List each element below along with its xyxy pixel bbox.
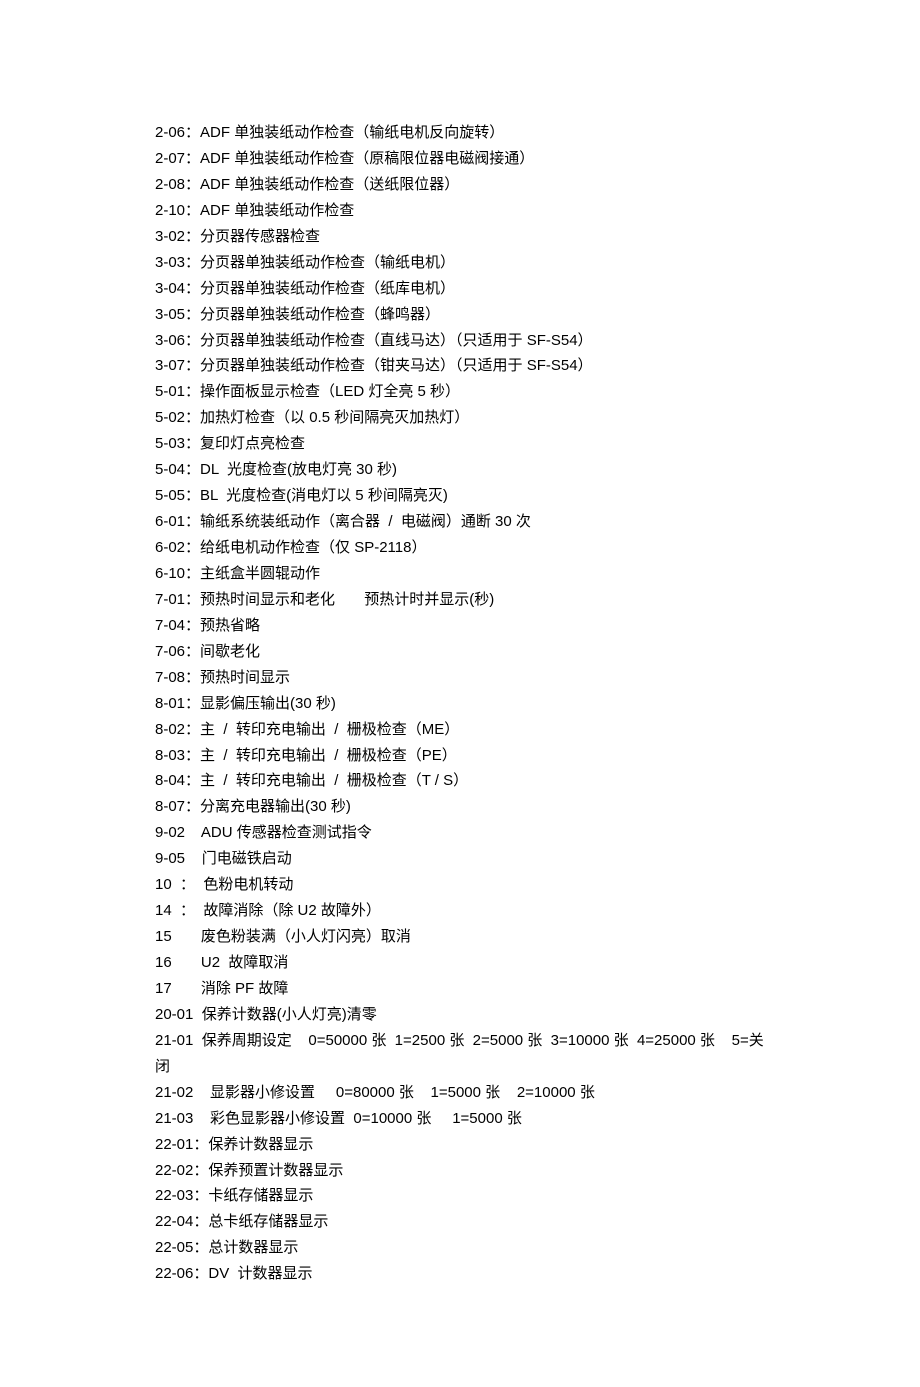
text-line: 3-03：分页器单独装纸动作检查（输纸电机） — [155, 250, 765, 276]
text-line: 7-08：预热时间显示 — [155, 665, 765, 691]
text-line: 22-04：总卡纸存储器显示 — [155, 1209, 765, 1235]
text-line: 22-06：DV 计数器显示 — [155, 1261, 765, 1287]
text-line: 5-03：复印灯点亮检查 — [155, 431, 765, 457]
text-line: 5-01：操作面板显示检查（LED 灯全亮 5 秒） — [155, 379, 765, 405]
text-line: 8-04：主 / 转印充电输出 / 栅极检查（T / S） — [155, 768, 765, 794]
text-line: 17 消除 PF 故障 — [155, 976, 765, 1002]
text-line: 22-01：保养计数器显示 — [155, 1132, 765, 1158]
text-line: 22-02：保养预置计数器显示 — [155, 1158, 765, 1184]
text-line: 6-01：输纸系统装纸动作（离合器 / 电磁阀）通断 30 次 — [155, 509, 765, 535]
text-line: 21-03 彩色显影器小修设置 0=10000 张 1=5000 张 — [155, 1106, 765, 1132]
text-line: 16 U2 故障取消 — [155, 950, 765, 976]
text-line: 22-05：总计数器显示 — [155, 1235, 765, 1261]
text-line: 22-03：卡纸存储器显示 — [155, 1183, 765, 1209]
document-content: 2-06：ADF 单独装纸动作检查（输纸电机反向旋转）2-07：ADF 单独装纸… — [155, 120, 765, 1287]
text-line: 3-05：分页器单独装纸动作检查（蜂鸣器） — [155, 302, 765, 328]
text-line: 9-05 门电磁铁启动 — [155, 846, 765, 872]
text-line: 5-02：加热灯检查（以 0.5 秒间隔亮灭加热灯） — [155, 405, 765, 431]
text-line: 8-07：分离充电器输出(30 秒) — [155, 794, 765, 820]
text-line: 8-02：主 / 转印充电输出 / 栅极检查（ME） — [155, 717, 765, 743]
text-line: 2-07：ADF 单独装纸动作检查（原稿限位器电磁阀接通） — [155, 146, 765, 172]
text-line: 21-01 保养周期设定 0=50000 张 1=2500 张 2=5000 张… — [155, 1028, 765, 1080]
text-line: 14 ： 故障消除（除 U2 故障外） — [155, 898, 765, 924]
text-line: 8-01：显影偏压输出(30 秒) — [155, 691, 765, 717]
text-line: 3-04：分页器单独装纸动作检查（纸库电机） — [155, 276, 765, 302]
text-line: 5-04：DL 光度检查(放电灯亮 30 秒) — [155, 457, 765, 483]
text-line: 7-01：预热时间显示和老化 预热计时并显示(秒) — [155, 587, 765, 613]
text-line: 6-02：给纸电机动作检查（仅 SP-2118） — [155, 535, 765, 561]
text-line: 6-10：主纸盒半圆辊动作 — [155, 561, 765, 587]
text-line: 2-10：ADF 单独装纸动作检查 — [155, 198, 765, 224]
text-line: 5-05：BL 光度检查(消电灯以 5 秒间隔亮灭) — [155, 483, 765, 509]
document-page: 2-06：ADF 单独装纸动作检查（输纸电机反向旋转）2-07：ADF 单独装纸… — [0, 0, 920, 1387]
text-line: 8-03：主 / 转印充电输出 / 栅极检查（PE） — [155, 743, 765, 769]
text-line: 21-02 显影器小修设置 0=80000 张 1=5000 张 2=10000… — [155, 1080, 765, 1106]
text-line: 7-06：间歇老化 — [155, 639, 765, 665]
text-line: 3-07：分页器单独装纸动作检查（钳夹马达）（只适用于 SF-S54） — [155, 353, 765, 379]
text-line: 15 废色粉装满（小人灯闪亮）取消 — [155, 924, 765, 950]
text-line: 2-06：ADF 单独装纸动作检查（输纸电机反向旋转） — [155, 120, 765, 146]
text-line: 3-06：分页器单独装纸动作检查（直线马达）（只适用于 SF-S54） — [155, 328, 765, 354]
text-line: 10 ： 色粉电机转动 — [155, 872, 765, 898]
text-line: 7-04：预热省略 — [155, 613, 765, 639]
text-line: 9-02 ADU 传感器检查测试指令 — [155, 820, 765, 846]
text-line: 20-01 保养计数器(小人灯亮)清零 — [155, 1002, 765, 1028]
text-line: 3-02：分页器传感器检查 — [155, 224, 765, 250]
text-line: 2-08：ADF 单独装纸动作检查（送纸限位器） — [155, 172, 765, 198]
